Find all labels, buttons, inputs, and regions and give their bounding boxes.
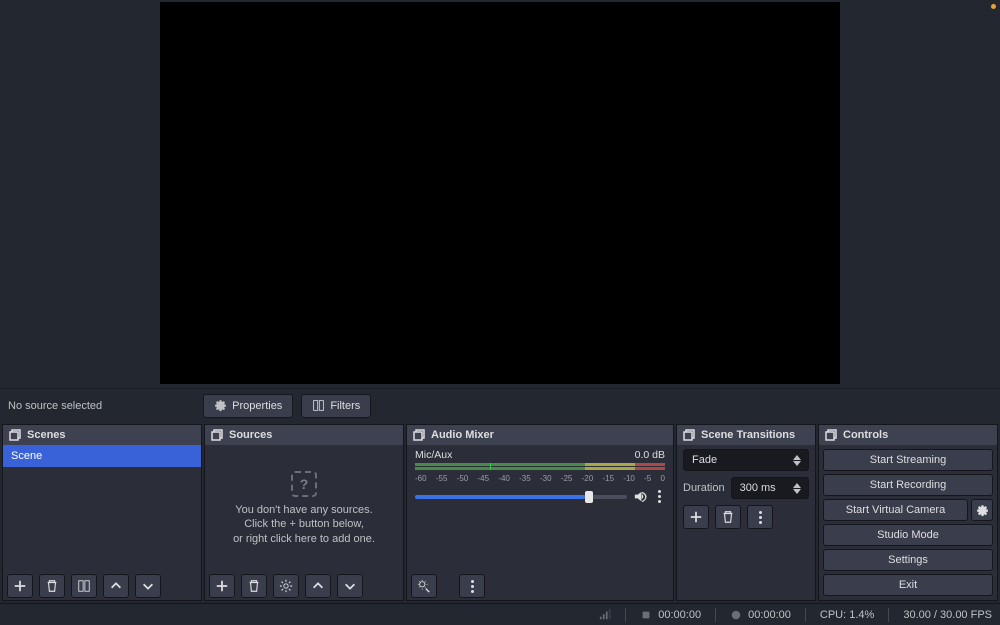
dock-popout-icon	[211, 429, 223, 441]
scene-transitions-body: Fade Duration 300 ms	[677, 445, 815, 600]
gear-icon	[214, 399, 227, 412]
record-icon	[730, 609, 742, 621]
add-scene-button[interactable]	[7, 574, 33, 598]
broadcast-icon	[640, 609, 652, 621]
mixer-settings-button[interactable]	[411, 574, 437, 598]
start-streaming-button[interactable]: Start Streaming	[823, 449, 993, 471]
status-bar: 00:00:00 00:00:00 CPU: 1.4% 30.00 / 30.0…	[0, 603, 1000, 625]
start-recording-button[interactable]: Start Recording	[823, 474, 993, 496]
settings-button[interactable]: Settings	[823, 549, 993, 571]
preview-area	[0, 0, 1000, 388]
controls-body: Start Streaming Start Recording Start Vi…	[819, 445, 997, 600]
move-source-down-button[interactable]	[337, 574, 363, 598]
sources-list[interactable]: ? You don't have any sources. Click the …	[205, 445, 403, 572]
filters-icon	[312, 399, 325, 412]
live-status: 00:00:00	[640, 609, 701, 621]
scene-transitions-dock: Scene Transitions Fade Duration 300 ms	[676, 424, 816, 601]
sources-header[interactable]: Sources	[205, 425, 403, 445]
move-scene-up-button[interactable]	[103, 574, 129, 598]
audio-meter	[415, 463, 665, 473]
mixer-channel: Mic/Aux 0.0 dB -60-55-50-45-40-35-30-25-…	[407, 445, 673, 504]
move-source-up-button[interactable]	[305, 574, 331, 598]
speaker-icon[interactable]	[633, 489, 648, 504]
volume-slider[interactable]	[415, 495, 627, 499]
sources-empty-state: ? You don't have any sources. Click the …	[205, 445, 403, 572]
preview-canvas[interactable]	[160, 2, 840, 384]
remove-transition-button[interactable]	[715, 505, 741, 529]
scene-filters-button[interactable]	[71, 574, 97, 598]
scenes-list[interactable]: Scene	[3, 445, 201, 572]
sources-dock: Sources ? You don't have any sources. Cl…	[204, 424, 404, 601]
scene-item[interactable]: Scene	[3, 445, 201, 467]
mixer-menu-button[interactable]	[459, 574, 485, 598]
network-indicator	[599, 609, 611, 621]
cpu-status: CPU: 1.4%	[820, 609, 874, 621]
studio-mode-button[interactable]: Studio Mode	[823, 524, 993, 546]
audio-mixer-dock: Audio Mixer Mic/Aux 0.0 dB -60-55-50-45-…	[406, 424, 674, 601]
scenes-header[interactable]: Scenes	[3, 425, 201, 445]
rec-status: 00:00:00	[730, 609, 791, 621]
dock-popout-icon	[825, 429, 837, 441]
channel-menu-button[interactable]	[654, 490, 665, 503]
exit-button[interactable]: Exit	[823, 574, 993, 596]
virtual-camera-settings-button[interactable]	[971, 499, 993, 521]
channel-db: 0.0 dB	[635, 449, 665, 461]
question-icon: ?	[291, 471, 317, 497]
controls-dock: Controls Start Streaming Start Recording…	[818, 424, 998, 601]
meter-scale: -60-55-50-45-40-35-30-25-20-15-10-50	[415, 474, 665, 483]
duration-label: Duration	[683, 482, 725, 494]
properties-button[interactable]: Properties	[203, 394, 293, 418]
fps-status: 30.00 / 30.00 FPS	[903, 609, 992, 621]
source-properties-button[interactable]	[273, 574, 299, 598]
audio-mixer-header[interactable]: Audio Mixer	[407, 425, 673, 445]
add-source-button[interactable]	[209, 574, 235, 598]
channel-name: Mic/Aux	[415, 449, 452, 461]
start-virtual-camera-button[interactable]: Start Virtual Camera	[823, 499, 968, 521]
notification-dot-icon	[991, 4, 996, 9]
sources-footer	[205, 572, 403, 600]
controls-header[interactable]: Controls	[819, 425, 997, 445]
no-source-label: No source selected	[8, 400, 102, 412]
audio-mixer-body: Mic/Aux 0.0 dB -60-55-50-45-40-35-30-25-…	[407, 445, 673, 572]
scenes-dock: Scenes Scene	[2, 424, 202, 601]
filters-button[interactable]: Filters	[301, 394, 371, 418]
transition-menu-button[interactable]	[747, 505, 773, 529]
move-scene-down-button[interactable]	[135, 574, 161, 598]
duration-input[interactable]: 300 ms	[731, 477, 809, 499]
docks-row: Scenes Scene Sources ? You don't have an…	[0, 422, 1000, 603]
signal-icon	[599, 609, 611, 621]
dock-popout-icon	[413, 429, 425, 441]
remove-scene-button[interactable]	[39, 574, 65, 598]
remove-source-button[interactable]	[241, 574, 267, 598]
dock-popout-icon	[9, 429, 21, 441]
scene-transitions-header[interactable]: Scene Transitions	[677, 425, 815, 445]
source-toolbar: No source selected Properties Filters	[0, 388, 1000, 422]
transition-select[interactable]: Fade	[683, 449, 809, 471]
dock-popout-icon	[683, 429, 695, 441]
scenes-footer	[3, 572, 201, 600]
add-transition-button[interactable]	[683, 505, 709, 529]
audio-mixer-footer	[407, 572, 673, 600]
